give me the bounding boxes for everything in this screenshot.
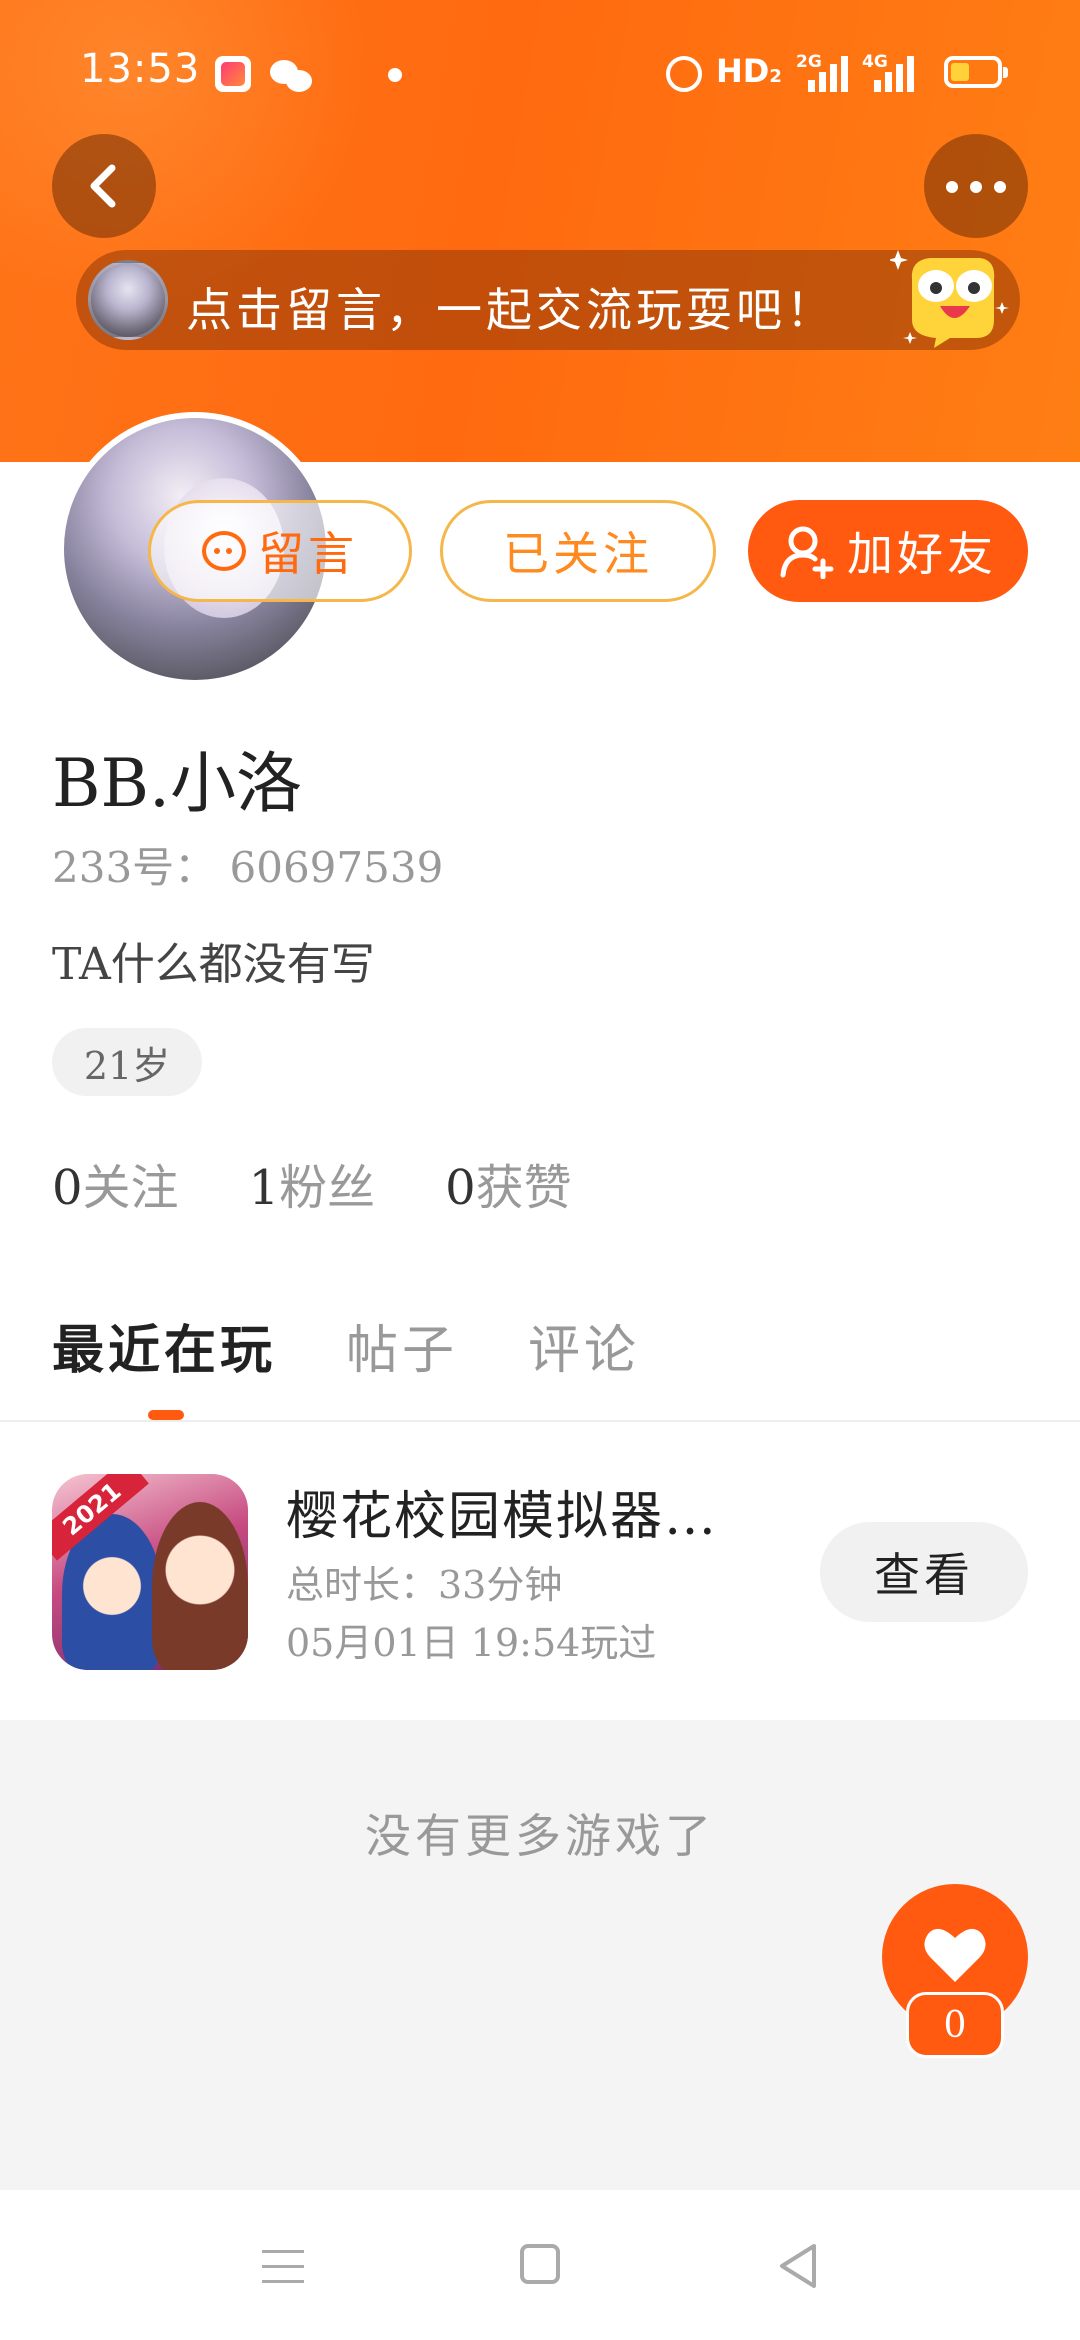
- profile-tabs: 最近在玩 帖子 评论: [52, 1308, 640, 1383]
- tab-posts[interactable]: 帖子: [346, 1308, 458, 1383]
- status-bar: 13:53 HD2 2G 4G: [0, 0, 1080, 150]
- like-count: 0: [906, 1992, 1004, 2058]
- add-user-icon: [780, 526, 834, 579]
- menu-icon[interactable]: [262, 2250, 304, 2284]
- profile-bio: TA什么都没有写: [52, 939, 375, 990]
- status-time: 13:53: [80, 46, 201, 92]
- stat-followers-label: 粉丝: [279, 1160, 376, 1216]
- profile-uid: 233号： 60697539: [52, 843, 444, 892]
- more-button[interactable]: [924, 134, 1028, 238]
- network-hd-label: HD2: [716, 52, 782, 90]
- profile-name: BB.小洛: [52, 745, 302, 822]
- stat-followers[interactable]: 1粉丝: [249, 1148, 376, 1218]
- mascot-icon: [890, 250, 1009, 348]
- profile-stats: 0关注 1粉丝 0获赞: [52, 1148, 572, 1218]
- comment-button[interactable]: 留言: [148, 500, 412, 602]
- stat-following-label: 关注: [82, 1160, 179, 1216]
- nav-back-icon[interactable]: [776, 2242, 820, 2290]
- signal-icon: 4G: [862, 52, 914, 92]
- stat-likes-label: 获赞: [475, 1160, 572, 1216]
- banner-text: 点击留言，一起交流玩耍吧！: [186, 283, 836, 337]
- active-tab-indicator: [148, 1410, 184, 1420]
- comment-banner[interactable]: 点击留言，一起交流玩耍吧！: [76, 250, 1020, 350]
- home-icon[interactable]: [520, 2244, 560, 2284]
- stat-following-count: 0: [52, 1160, 83, 1216]
- app-icon: [215, 56, 251, 92]
- wechat-icon: [270, 56, 314, 92]
- chevron-left-icon: [90, 164, 116, 208]
- game-icon: 2021: [52, 1474, 248, 1670]
- followed-button-label: 已关注: [503, 527, 653, 581]
- more-dot: [970, 181, 982, 193]
- more-dots-icon: [946, 181, 958, 193]
- no-more-games-text: 没有更多游戏了: [365, 1809, 715, 1863]
- system-nav-bar: [0, 2190, 1080, 2340]
- back-button[interactable]: [52, 134, 156, 238]
- view-game-button[interactable]: 查看: [820, 1522, 1028, 1622]
- alarm-icon: [666, 56, 702, 92]
- stat-likes[interactable]: 0获赞: [445, 1148, 572, 1218]
- age-tag: 21岁: [52, 1028, 202, 1096]
- tab-comments[interactable]: 评论: [528, 1308, 640, 1383]
- followed-button[interactable]: 已关注: [440, 500, 716, 602]
- stat-followers-count: 1: [248, 1160, 280, 1216]
- game-art: [152, 1502, 248, 1670]
- stat-following[interactable]: 0关注: [52, 1148, 179, 1218]
- add-friend-label: 加好友: [847, 527, 997, 581]
- battery-icon: [944, 56, 1008, 88]
- game-last-played: 05月01日 19:54玩过: [286, 1621, 657, 1665]
- signal-icon: 2G: [796, 52, 848, 92]
- tab-recent-games[interactable]: 最近在玩: [52, 1308, 276, 1383]
- banner-avatar: [88, 260, 168, 340]
- add-friend-button[interactable]: 加好友: [748, 500, 1028, 602]
- game-duration: 总时长：33分钟: [286, 1563, 563, 1607]
- dot-icon: [388, 68, 402, 82]
- comment-button-label: 留言: [258, 527, 358, 581]
- stat-likes-count: 0: [445, 1160, 476, 1216]
- more-dot: [994, 181, 1006, 193]
- list-item[interactable]: 2021 樱花校园模拟器… 总时长：33分钟 05月01日 19:54玩过 查看: [0, 1422, 1080, 1720]
- chat-icon: [202, 531, 246, 571]
- heart-icon: [924, 1928, 986, 1982]
- game-title: 樱花校园模拟器…: [286, 1487, 719, 1547]
